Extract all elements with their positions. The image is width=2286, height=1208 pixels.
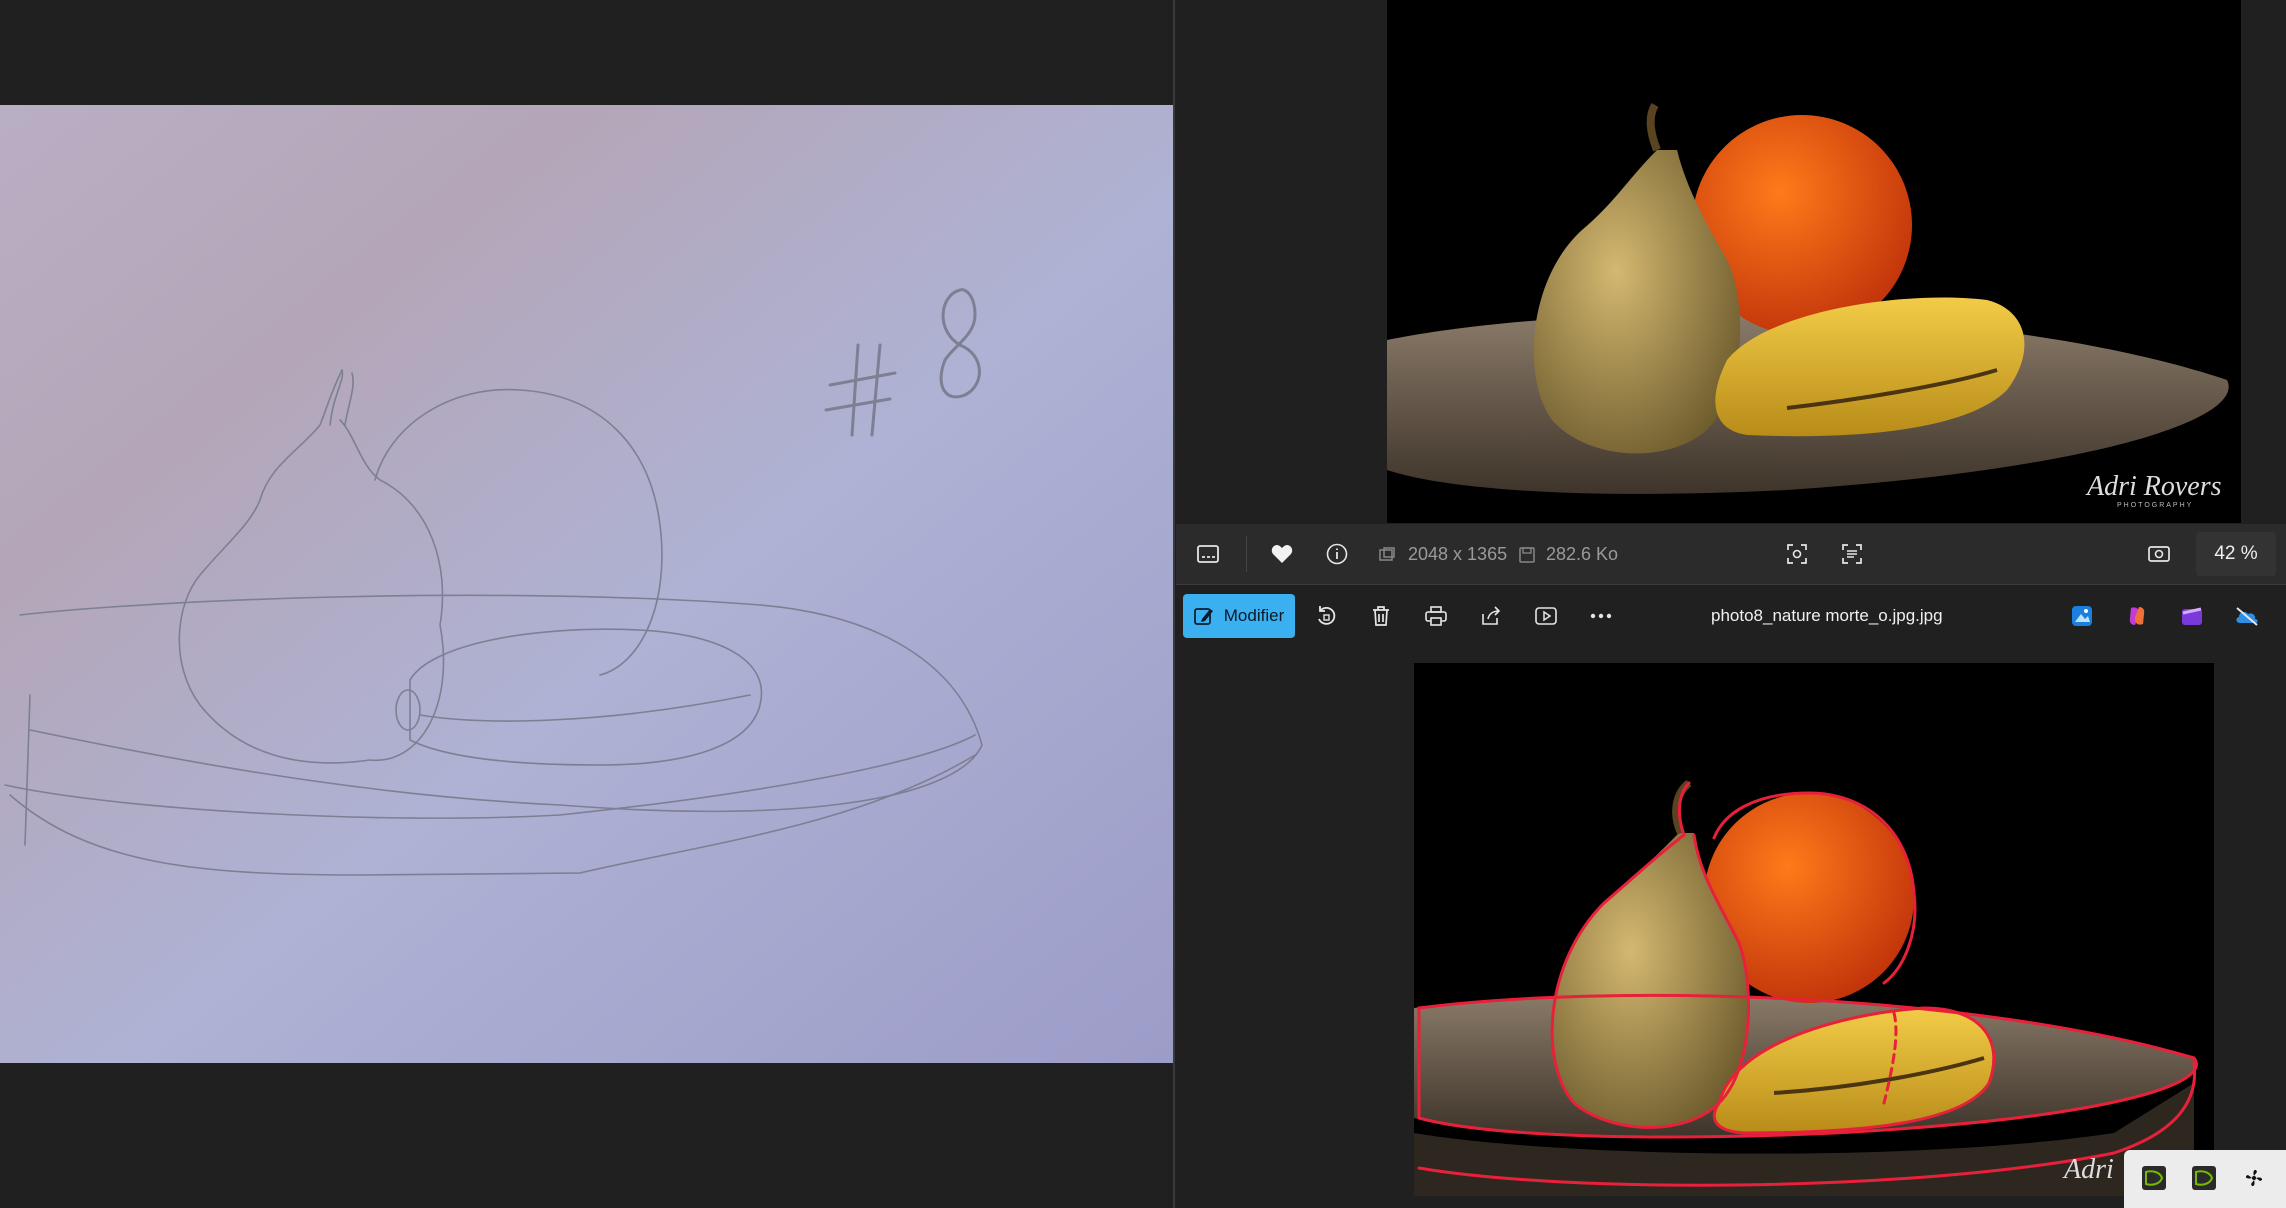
more-options-button[interactable] xyxy=(1581,596,1621,636)
zoom-level: 42 % xyxy=(2214,543,2258,564)
copilot-button[interactable] xyxy=(2117,596,2157,636)
sketch-photo xyxy=(0,105,1173,1063)
rotate-icon xyxy=(1318,606,1336,625)
text-scan-button[interactable] xyxy=(1832,534,1872,574)
print-button[interactable] xyxy=(1416,596,1456,636)
fit-to-screen-button[interactable] xyxy=(2139,534,2179,574)
photos-app-button[interactable] xyxy=(2062,596,2102,636)
image-dimensions: 2048 x 1365 xyxy=(1408,544,1508,564)
trash-icon xyxy=(1373,606,1389,626)
face-scan-button[interactable] xyxy=(1777,534,1817,574)
photo-toolbar: Modifier photo8_nature morte_o.jpg.jpg xyxy=(1176,586,2286,646)
edit-icon xyxy=(1193,608,1213,625)
onedrive-off-icon xyxy=(2236,607,2258,626)
left-image-viewer xyxy=(0,0,1173,1208)
pane-divider[interactable] xyxy=(1173,0,1175,1208)
heart-icon xyxy=(1271,545,1293,563)
filmstrip-toggle-button[interactable] xyxy=(1188,534,1228,574)
file-info-button[interactable] xyxy=(1317,534,1357,574)
traced-photo-bottom: Adri xyxy=(1414,663,2214,1196)
print-icon xyxy=(1425,606,1447,626)
dimensions-icon xyxy=(1379,547,1395,561)
delete-button[interactable] xyxy=(1361,596,1401,636)
reference-photo-top: Adri Rovers PHOTOGRAPHY xyxy=(1387,0,2241,523)
watermark-bottom: Adri xyxy=(2062,1154,2114,1185)
image-info-bar: 2048 x 1365 282.6 Ko 42 % xyxy=(1176,524,2286,585)
clipchamp-icon xyxy=(2182,607,2202,625)
more-icon xyxy=(1590,613,1612,619)
nvidia-icon[interactable] xyxy=(2142,1166,2166,1190)
photos-app-icon xyxy=(2072,606,2092,626)
share-icon xyxy=(1482,606,1501,625)
save-icon xyxy=(1519,547,1535,563)
watermark-sub-top: PHOTOGRAPHY xyxy=(2117,502,2193,509)
text-scan-icon xyxy=(1842,544,1862,564)
face-scan-icon xyxy=(1787,544,1807,564)
file-name: photo8_nature morte_o.jpg.jpg xyxy=(1711,606,1943,625)
favorite-button[interactable] xyxy=(1262,534,1302,574)
slideshow-icon xyxy=(1535,607,1557,625)
edit-label: Modifier xyxy=(1223,606,1285,625)
rotate-button[interactable] xyxy=(1306,596,1346,636)
fit-screen-icon xyxy=(2148,546,2170,562)
zoom-level-control[interactable]: 42 % xyxy=(2196,532,2276,576)
filmstrip-icon xyxy=(1197,545,1219,563)
clipchamp-button[interactable] xyxy=(2172,596,2212,636)
file-size: 282.6 Ko xyxy=(1546,544,1619,564)
system-tray xyxy=(2124,1150,2286,1208)
slideshow-button[interactable] xyxy=(1526,596,1566,636)
watermark-top: Adri Rovers xyxy=(2085,471,2222,502)
edit-image-button[interactable]: Modifier xyxy=(1183,594,1295,638)
info-icon xyxy=(1326,543,1348,565)
share-button[interactable] xyxy=(1471,596,1511,636)
nvidia-icon-2[interactable] xyxy=(2192,1166,2216,1190)
copilot-icon xyxy=(2129,607,2145,625)
fan-icon[interactable] xyxy=(2242,1166,2266,1190)
onedrive-button[interactable] xyxy=(2227,596,2267,636)
